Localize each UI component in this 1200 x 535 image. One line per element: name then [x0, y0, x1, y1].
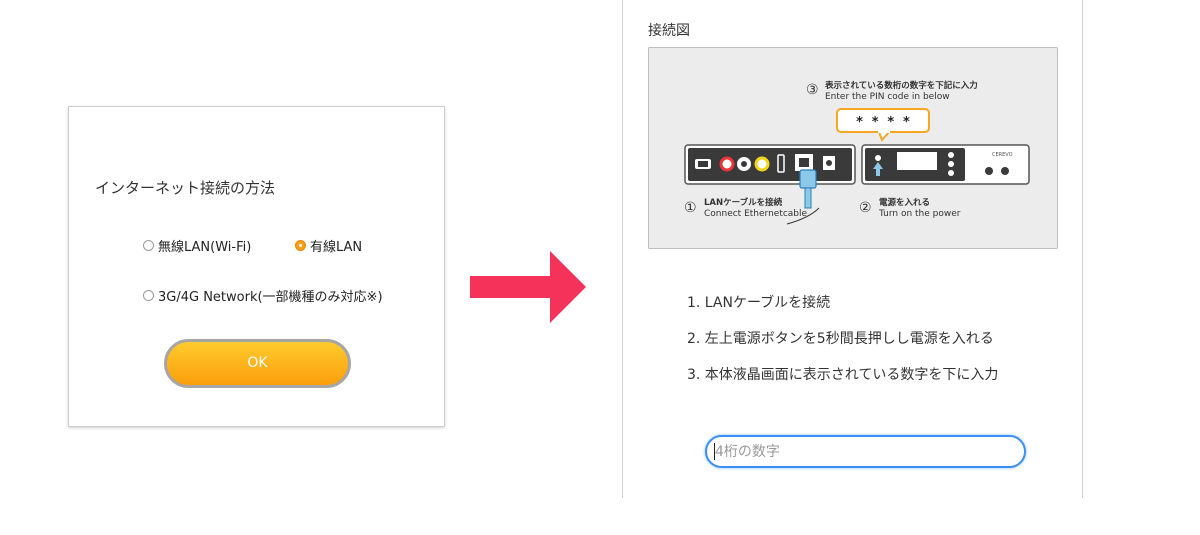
step1-subtitle: Connect Ethernetcable — [704, 209, 808, 219]
ok-button[interactable]: OK — [164, 339, 351, 388]
wired-lan-radio[interactable] — [295, 240, 306, 251]
step2-subtitle: Turn on the power — [878, 209, 961, 219]
pin-mask: * * * * — [856, 115, 911, 130]
step1-number: ① — [684, 200, 697, 216]
step3-title: 表示されている数桁の数字を下記に入力 — [824, 80, 978, 91]
setup-step: 1. LANケーブルを接続 — [687, 295, 831, 311]
pin-code-input[interactable] — [705, 435, 1026, 468]
step1-title: LANケーブルを接続 — [704, 197, 783, 208]
step3-subtitle: Enter the PIN code in below — [825, 92, 950, 102]
option-wired-lan[interactable]: 有線LAN — [295, 236, 362, 255]
connection-diagram-illustration: ③ 表示されている数桁の数字を下記に入力 Enter the PIN code … — [684, 80, 1030, 225]
step3-number: ③ — [806, 82, 819, 98]
option-wifi-label: 無線LAN(Wi-Fi) — [158, 240, 252, 255]
setup-steps-list: 1. LANケーブルを接続 2. 左上電源ボタンを5秒間長押しし電源を入れる 3… — [687, 294, 998, 402]
wifi-radio[interactable] — [143, 240, 154, 251]
mobile-network-radio[interactable] — [143, 290, 154, 301]
pin-speech-bubble: * * * * — [836, 108, 930, 142]
setup-step: 3. 本体液晶画面に表示されている数字を下に入力 — [687, 367, 999, 383]
option-wired-lan-label: 有線LAN — [310, 240, 363, 255]
connection-method-dialog: インターネット接続の方法 無線LAN(Wi-Fi) 有線LAN 3G/4G Ne… — [68, 106, 445, 427]
setup-step: 2. 左上電源ボタンを5秒間長押しし電源を入れる — [687, 331, 994, 347]
option-mobile-network-label: 3G/4G Network(一部機種のみ対応※) — [158, 290, 383, 305]
step2-number: ② — [859, 200, 872, 216]
connection-diagram: ③ 表示されている数桁の数字を下記に入力 Enter the PIN code … — [648, 47, 1058, 249]
option-mobile-network[interactable]: 3G/4G Network(一部機種のみ対応※) — [143, 286, 383, 305]
step2-title: 電源を入れる — [879, 197, 930, 208]
device-front-panel-icon: CEREVO — [861, 144, 1030, 185]
connection-guide-panel: 接続図 ③ 表示されている数桁の数字を下記に入力 Enter the PIN c… — [622, 0, 1083, 498]
device-rear-panel-icon — [684, 144, 856, 185]
brand-label: CEREVO — [992, 152, 1013, 158]
dialog-title: インターネット接続の方法 — [95, 179, 276, 197]
option-wifi[interactable]: 無線LAN(Wi-Fi) — [143, 236, 251, 255]
panel-heading: 接続図 — [648, 23, 690, 39]
text-caret — [714, 443, 715, 460]
arrow-right-icon — [470, 251, 586, 323]
